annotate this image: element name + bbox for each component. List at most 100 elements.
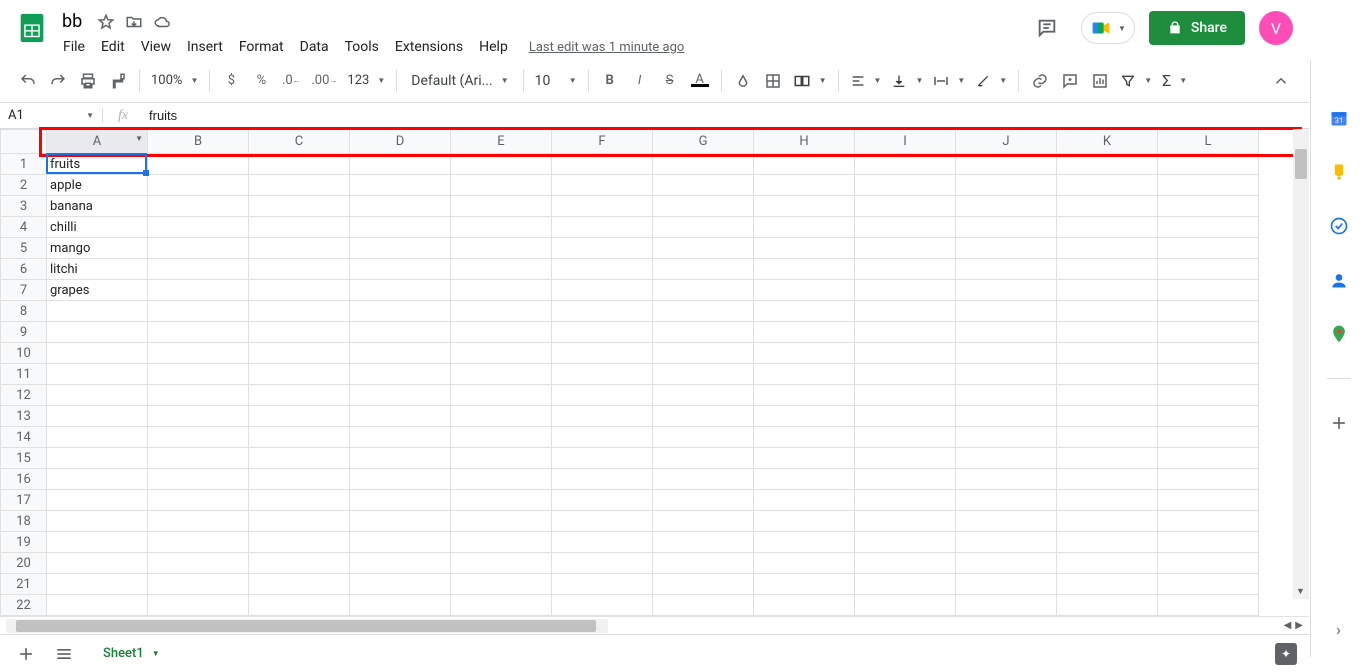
cell-K20[interactable] [1057,553,1158,574]
cell-B22[interactable] [148,595,249,616]
cell-C2[interactable] [249,175,350,196]
cell-G6[interactable] [653,259,754,280]
cell-A3[interactable]: banana [47,196,148,217]
keep-icon[interactable] [1329,162,1349,182]
print-button[interactable] [74,67,102,95]
cell-D14[interactable] [350,427,451,448]
cell-K22[interactable] [1057,595,1158,616]
cell-A2[interactable]: apple [47,175,148,196]
cell-D17[interactable] [350,490,451,511]
cell-D5[interactable] [350,238,451,259]
cell-I6[interactable] [855,259,956,280]
calendar-icon[interactable]: 31 [1329,108,1349,128]
cell-A9[interactable] [47,322,148,343]
addons-icon[interactable] [1329,413,1349,433]
meet-button[interactable]: ▼ [1081,12,1135,44]
cell-I10[interactable] [855,343,956,364]
cell-J6[interactable] [956,259,1057,280]
cell-B19[interactable] [148,532,249,553]
cell-B3[interactable] [148,196,249,217]
cell-E12[interactable] [451,385,552,406]
cell-H12[interactable] [754,385,855,406]
move-icon[interactable] [124,12,144,32]
column-header-J[interactable]: J [956,130,1057,154]
row-header-5[interactable]: 5 [1,238,47,259]
cell-I22[interactable] [855,595,956,616]
row-header-21[interactable]: 21 [1,574,47,595]
cell-A22[interactable] [47,595,148,616]
cell-F20[interactable] [552,553,653,574]
cell-A17[interactable] [47,490,148,511]
cell-F4[interactable] [552,217,653,238]
cell-K12[interactable] [1057,385,1158,406]
cell-K1[interactable] [1057,154,1158,175]
cell-F9[interactable] [552,322,653,343]
cell-G22[interactable] [653,595,754,616]
cell-D15[interactable] [350,448,451,469]
cell-J7[interactable] [956,280,1057,301]
cell-G5[interactable] [653,238,754,259]
cell-L19[interactable] [1158,532,1259,553]
cell-J12[interactable] [956,385,1057,406]
menu-edit[interactable]: Edit [94,35,132,59]
cell-L20[interactable] [1158,553,1259,574]
last-edit-link[interactable]: Last edit was 1 minute ago [529,40,685,55]
cell-G1[interactable] [653,154,754,175]
cell-D11[interactable] [350,364,451,385]
select-all-corner[interactable] [1,130,47,154]
row-header-10[interactable]: 10 [1,343,47,364]
cell-B17[interactable] [148,490,249,511]
cell-A14[interactable] [47,427,148,448]
cell-H14[interactable] [754,427,855,448]
cloud-status-icon[interactable] [152,12,172,32]
cell-A7[interactable]: grapes [47,280,148,301]
cell-D3[interactable] [350,196,451,217]
cell-D7[interactable] [350,280,451,301]
cell-C20[interactable] [249,553,350,574]
cell-K17[interactable] [1057,490,1158,511]
cell-L16[interactable] [1158,469,1259,490]
cell-J15[interactable] [956,448,1057,469]
cell-H18[interactable] [754,511,855,532]
cell-J17[interactable] [956,490,1057,511]
cell-E4[interactable] [451,217,552,238]
cell-J4[interactable] [956,217,1057,238]
cell-B6[interactable] [148,259,249,280]
cell-I13[interactable] [855,406,956,427]
cell-I18[interactable] [855,511,956,532]
rotate-button[interactable]: ▼ [971,67,1011,95]
cell-D22[interactable] [350,595,451,616]
account-avatar[interactable]: V [1259,11,1293,45]
cell-L7[interactable] [1158,280,1259,301]
cell-K15[interactable] [1057,448,1158,469]
cell-C19[interactable] [249,532,350,553]
menu-help[interactable]: Help [472,35,515,59]
cell-H20[interactable] [754,553,855,574]
cell-F10[interactable] [552,343,653,364]
cell-F17[interactable] [552,490,653,511]
cell-A12[interactable] [47,385,148,406]
cell-J11[interactable] [956,364,1057,385]
column-header-K[interactable]: K [1057,130,1158,154]
cell-I11[interactable] [855,364,956,385]
cell-L21[interactable] [1158,574,1259,595]
cell-B15[interactable] [148,448,249,469]
cell-J21[interactable] [956,574,1057,595]
cell-B8[interactable] [148,301,249,322]
cell-G13[interactable] [653,406,754,427]
cell-G18[interactable] [653,511,754,532]
cell-G4[interactable] [653,217,754,238]
cell-L4[interactable] [1158,217,1259,238]
cell-C17[interactable] [249,490,350,511]
row-header-11[interactable]: 11 [1,364,47,385]
cell-B7[interactable] [148,280,249,301]
cell-L6[interactable] [1158,259,1259,280]
scroll-down-arrow[interactable]: ▼ [1296,586,1305,597]
cell-K6[interactable] [1057,259,1158,280]
cell-F8[interactable] [552,301,653,322]
cell-L22[interactable] [1158,595,1259,616]
cell-I4[interactable] [855,217,956,238]
cell-A15[interactable] [47,448,148,469]
name-box[interactable]: A1 ▼ [0,108,103,123]
collapse-toolbar-button[interactable] [1267,67,1295,95]
